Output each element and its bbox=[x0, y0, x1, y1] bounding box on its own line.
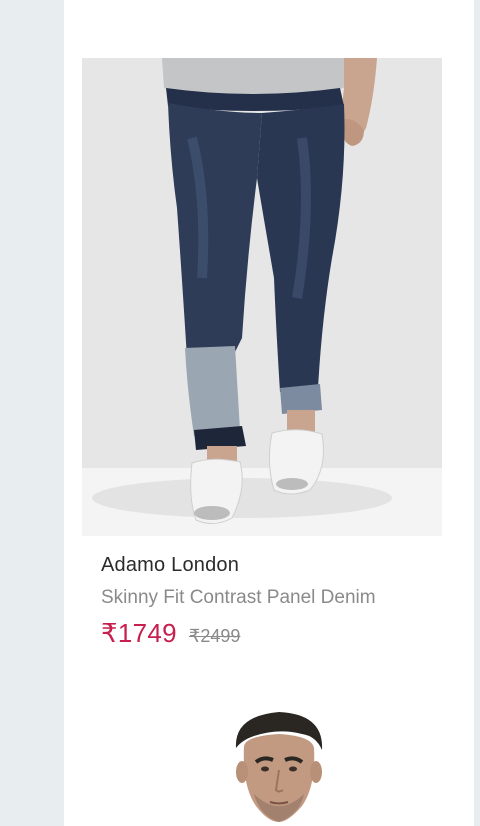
product-listing-page: Adamo London Skinny Fit Contrast Panel D… bbox=[0, 0, 480, 826]
product-brand[interactable]: Adamo London bbox=[101, 554, 239, 577]
current-price: ₹1749 bbox=[101, 618, 177, 648]
model-photo-icon bbox=[224, 706, 334, 826]
product-image[interactable] bbox=[82, 58, 442, 536]
next-product-image[interactable] bbox=[224, 706, 334, 826]
product-card[interactable]: Adamo London Skinny Fit Contrast Panel D… bbox=[64, 0, 474, 826]
jeans-photo-icon bbox=[82, 58, 442, 536]
left-side-strip bbox=[0, 0, 64, 826]
product-title[interactable]: Skinny Fit Contrast Panel Denim bbox=[101, 587, 376, 609]
right-side-strip bbox=[474, 0, 480, 826]
original-price: ₹2499 bbox=[188, 626, 241, 646]
price-row: ₹1749 ₹2499 bbox=[101, 618, 240, 649]
